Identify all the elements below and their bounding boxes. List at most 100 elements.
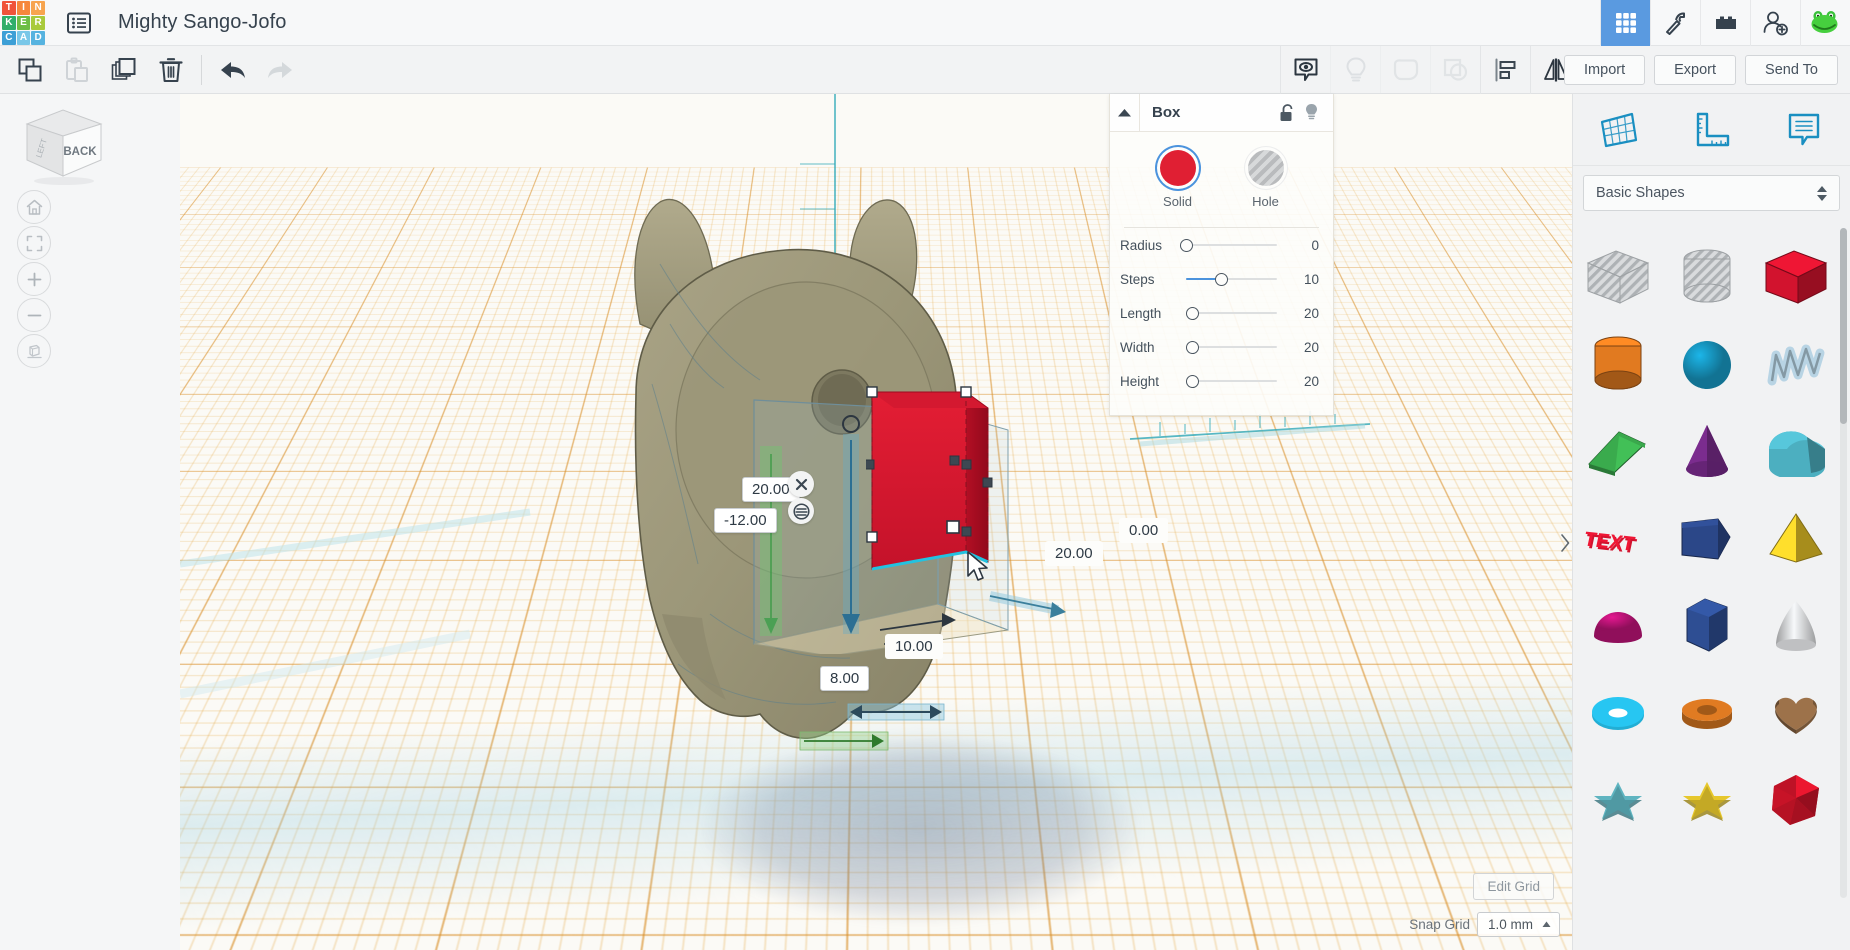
shapes-grid: TEXT TEXT bbox=[1573, 224, 1841, 950]
panel-expander-button[interactable] bbox=[1558, 526, 1572, 560]
undo-button[interactable] bbox=[209, 46, 256, 94]
shape-star-teal[interactable] bbox=[1578, 760, 1658, 840]
shape-sphere[interactable] bbox=[1667, 325, 1747, 405]
unlock-icon[interactable] bbox=[1279, 103, 1294, 122]
send-to-button[interactable]: Send To bbox=[1745, 55, 1838, 85]
shape-polyhedron[interactable] bbox=[1756, 760, 1836, 840]
logo-tile-k-3: K bbox=[2, 15, 16, 30]
slider-row-radius: Radius 0 bbox=[1110, 228, 1333, 262]
offset-measurement-label[interactable]: 8.00 bbox=[820, 666, 870, 691]
shapes-scrollbar-track[interactable] bbox=[1840, 228, 1847, 898]
slider-track-steps[interactable] bbox=[1180, 272, 1289, 286]
shape-round-roof[interactable] bbox=[1756, 412, 1836, 492]
slider-track-radius[interactable] bbox=[1180, 238, 1289, 252]
show-hide-button[interactable] bbox=[1280, 46, 1330, 94]
close-workplane-button[interactable] bbox=[788, 471, 814, 497]
perspective-toggle-button[interactable] bbox=[17, 334, 51, 368]
shape-cone[interactable] bbox=[1667, 412, 1747, 492]
shape-box[interactable] bbox=[1756, 238, 1836, 318]
slider-value-width[interactable]: 20 bbox=[1289, 340, 1319, 355]
shape-scribble[interactable] bbox=[1756, 325, 1836, 405]
slider-knob-height[interactable] bbox=[1186, 374, 1200, 388]
lightbulb-icon[interactable] bbox=[1304, 103, 1319, 122]
slider-track-height[interactable] bbox=[1180, 374, 1289, 388]
shape-polygon-house[interactable] bbox=[1667, 499, 1747, 579]
home-view-button[interactable] bbox=[17, 190, 51, 224]
depth-measurement-label[interactable]: 10.00 bbox=[885, 634, 943, 659]
shapes-scrollbar-thumb[interactable] bbox=[1840, 228, 1847, 424]
group-button[interactable] bbox=[1380, 46, 1430, 94]
ruler-tab-icon[interactable] bbox=[1665, 94, 1757, 165]
chevron-up-icon bbox=[1542, 921, 1551, 927]
shape-pyramid[interactable] bbox=[1756, 499, 1836, 579]
codeblocks-hammer-icon[interactable] bbox=[1650, 0, 1700, 46]
hole-swatch[interactable] bbox=[1247, 150, 1284, 186]
slider-value-height[interactable]: 20 bbox=[1289, 374, 1319, 389]
shape-cylinder-hole[interactable] bbox=[1667, 238, 1747, 318]
snap-grid-control: Snap Grid 1.0 mm bbox=[1409, 912, 1560, 937]
shape-star-yellow[interactable] bbox=[1667, 760, 1747, 840]
light-button[interactable] bbox=[1330, 46, 1380, 94]
logo-tile-t-0: T bbox=[2, 0, 16, 15]
frog-avatar-icon[interactable] bbox=[1800, 0, 1850, 46]
hole-option[interactable]: Hole bbox=[1247, 150, 1284, 209]
z-offset-measurement-label[interactable]: -12.00 bbox=[714, 508, 777, 533]
file-actions: Import Export Send To bbox=[1564, 46, 1838, 94]
list-menu-icon[interactable] bbox=[62, 6, 96, 40]
slider-knob-steps[interactable] bbox=[1214, 272, 1228, 286]
shape-hexagon-prism[interactable] bbox=[1667, 586, 1747, 666]
shape-heart[interactable] bbox=[1756, 673, 1836, 753]
shape-half-sphere[interactable] bbox=[1578, 586, 1658, 666]
shape-category-select[interactable]: Basic Shapes bbox=[1583, 175, 1840, 211]
toolbar-divider bbox=[201, 55, 202, 85]
paste-button[interactable] bbox=[53, 46, 100, 94]
zero-measurement-label[interactable]: 0.00 bbox=[1119, 518, 1169, 543]
redo-button[interactable] bbox=[256, 46, 303, 94]
layers-button[interactable] bbox=[788, 498, 814, 524]
logo-tile-e-4: E bbox=[16, 15, 31, 30]
zoom-out-button[interactable] bbox=[17, 298, 51, 332]
solid-color-swatch[interactable] bbox=[1159, 150, 1196, 186]
workplane-tab-icon[interactable] bbox=[1573, 94, 1665, 165]
import-button[interactable]: Import bbox=[1564, 55, 1646, 85]
gallery-grid-icon[interactable] bbox=[1600, 0, 1650, 46]
view-cube[interactable]: BACK LEFT bbox=[17, 102, 109, 188]
slider-value-steps[interactable]: 10 bbox=[1289, 272, 1319, 287]
snap-grid-select[interactable]: 1.0 mm bbox=[1476, 912, 1560, 937]
svg-text:BACK: BACK bbox=[63, 146, 97, 158]
slider-value-radius[interactable]: 0 bbox=[1289, 238, 1319, 253]
zoom-in-button[interactable] bbox=[17, 262, 51, 296]
copy-button[interactable] bbox=[6, 46, 53, 94]
shape-box-hole[interactable] bbox=[1578, 238, 1658, 318]
solid-option[interactable]: Solid bbox=[1159, 150, 1196, 209]
slider-knob-width[interactable] bbox=[1186, 340, 1200, 354]
shape-paraboloid[interactable] bbox=[1756, 586, 1836, 666]
shape-roof[interactable] bbox=[1578, 412, 1658, 492]
slider-knob-length[interactable] bbox=[1186, 306, 1200, 320]
shape-torus[interactable] bbox=[1578, 673, 1658, 753]
duplicate-button[interactable] bbox=[100, 46, 147, 94]
tinkercad-logo[interactable]: TINKERCAD bbox=[0, 0, 46, 46]
bricks-icon[interactable] bbox=[1700, 0, 1750, 46]
edit-grid-button[interactable]: Edit Grid bbox=[1473, 873, 1554, 900]
add-user-icon[interactable] bbox=[1750, 0, 1800, 46]
export-button[interactable]: Export bbox=[1654, 55, 1737, 85]
design-canvas[interactable]: 20.00 -12.00 0.00 20.00 10.00 8.00 Edit Grid … bbox=[180, 94, 1572, 950]
shape-text[interactable]: TEXT TEXT bbox=[1578, 499, 1658, 579]
shape-tube[interactable] bbox=[1667, 673, 1747, 753]
slider-track-length[interactable] bbox=[1180, 306, 1289, 320]
slider-value-length[interactable]: 20 bbox=[1289, 306, 1319, 321]
fit-to-view-button[interactable] bbox=[17, 226, 51, 260]
logo-tile-a-7: A bbox=[16, 30, 31, 45]
ungroup-button[interactable] bbox=[1430, 46, 1480, 94]
width-measurement-label[interactable]: 20.00 bbox=[1045, 541, 1103, 566]
chevron-up-icon[interactable] bbox=[1110, 93, 1140, 132]
align-button[interactable] bbox=[1480, 46, 1530, 94]
solid-hole-toggle: Solid Hole bbox=[1110, 132, 1333, 215]
delete-button[interactable] bbox=[147, 46, 194, 94]
shape-cylinder[interactable] bbox=[1578, 325, 1658, 405]
slider-track-width[interactable] bbox=[1180, 340, 1289, 354]
slider-knob-radius[interactable] bbox=[1180, 238, 1193, 252]
chevron-updown-icon bbox=[1817, 185, 1827, 201]
notes-tab-icon[interactable] bbox=[1758, 94, 1850, 165]
